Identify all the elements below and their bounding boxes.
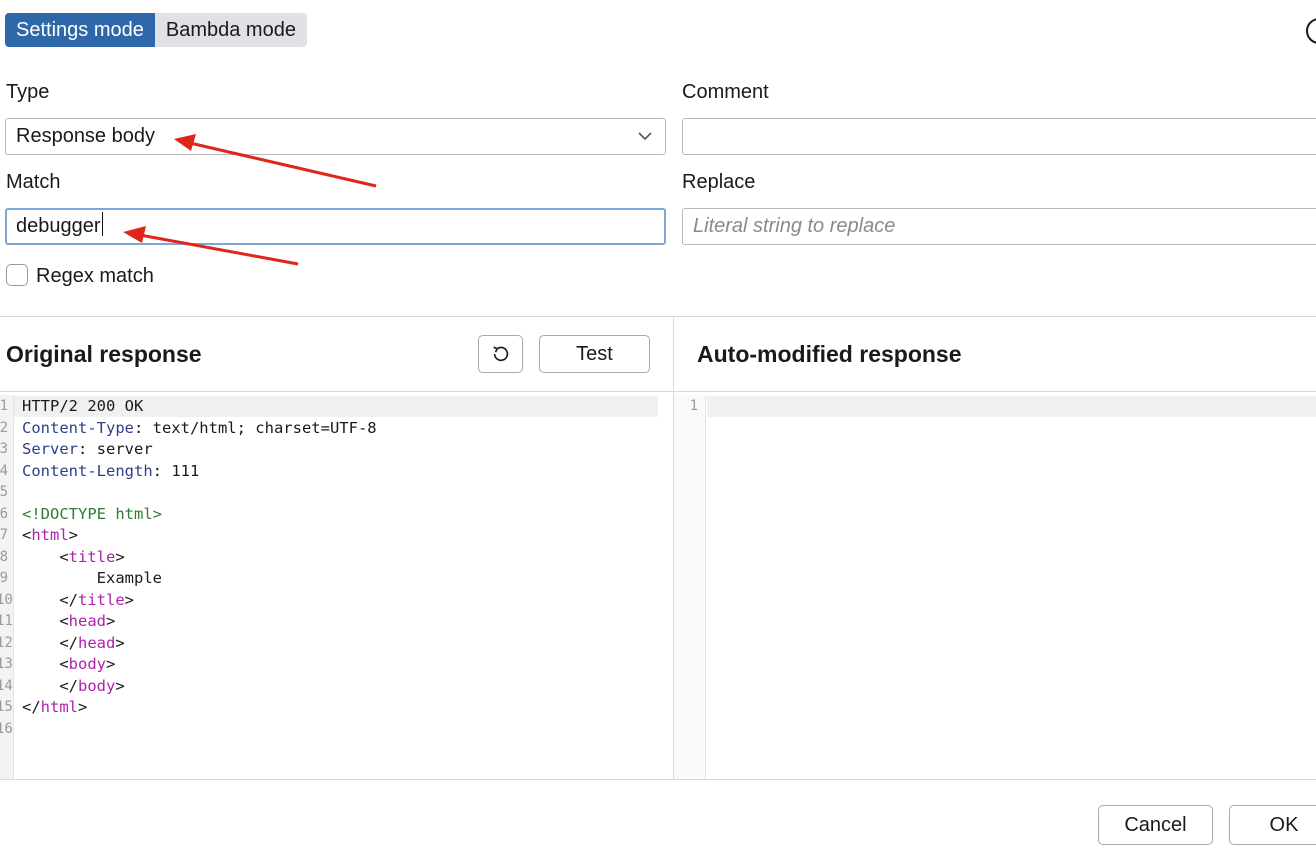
ok-button[interactable]: OK xyxy=(1229,805,1316,845)
line-number: 13 xyxy=(0,656,13,672)
line-number: 6 xyxy=(0,505,8,522)
code-line: <body> xyxy=(22,654,115,676)
code-token: Server xyxy=(22,440,78,458)
code-token: > xyxy=(124,590,135,609)
original-response-editor[interactable]: 1 2 3 4 5 6 7 8 9 10 11 12 13 14 15 16 HTTP/2 200 OK Cont… xyxy=(0,396,660,779)
code-token: </ xyxy=(22,698,41,716)
code-token: Content-Length xyxy=(22,461,153,480)
code-token: : text/html; charset=UTF-8 xyxy=(133,418,377,437)
reset-button[interactable] xyxy=(478,335,523,373)
comment-label: Comment xyxy=(682,81,769,103)
test-button[interactable]: Test xyxy=(539,335,650,373)
line-number: 1 xyxy=(689,398,698,414)
auto-modified-response-title: Auto-modified response xyxy=(697,341,962,367)
code-line: Content-Length: 111 xyxy=(22,461,199,483)
code-line: <head> xyxy=(22,611,115,633)
line-number: 5 xyxy=(0,484,8,500)
text-caret xyxy=(101,212,103,236)
code-token: html xyxy=(31,526,69,544)
reset-icon xyxy=(492,346,508,362)
panel-bottom-divider xyxy=(0,779,1316,780)
type-select-value: Response body xyxy=(16,125,155,147)
code-token: < xyxy=(22,612,69,630)
panel-header-divider xyxy=(0,391,1316,392)
code-token: Content-Type xyxy=(22,418,134,437)
help-icon[interactable] xyxy=(1306,18,1316,44)
code-line: Example xyxy=(22,568,162,590)
code-token: > xyxy=(106,655,116,673)
line-number: 1 xyxy=(0,398,8,414)
code-token: > xyxy=(115,633,125,652)
replace-input[interactable]: Literal string to replace xyxy=(682,208,1316,245)
original-response-title: Original response xyxy=(6,341,202,367)
code-token: > xyxy=(78,698,88,716)
code-token: html xyxy=(40,698,78,716)
modified-response-editor[interactable]: 1 xyxy=(674,396,1316,779)
code-line: <!DOCTYPE html> xyxy=(22,504,162,526)
code-token: < xyxy=(22,526,32,544)
code-token: head xyxy=(68,612,106,630)
code-token: > xyxy=(106,612,116,630)
line-number: 15 xyxy=(0,699,13,715)
code-line: </body> xyxy=(22,676,125,698)
line-number: 7 xyxy=(0,527,8,543)
replace-label: Replace xyxy=(682,171,756,193)
code-token: </ xyxy=(22,590,78,609)
regex-match-checkbox[interactable] xyxy=(6,264,28,286)
bambda-mode-button[interactable]: Bambda mode xyxy=(154,13,307,47)
code-token: title xyxy=(68,547,116,566)
code-token: < xyxy=(22,655,69,673)
code-line: <title> xyxy=(22,547,125,569)
code-token: <!DOCTYPE html> xyxy=(22,504,162,523)
settings-mode-button[interactable]: Settings mode xyxy=(5,13,155,47)
comment-input[interactable] xyxy=(682,118,1316,155)
code-line: <html> xyxy=(22,525,78,547)
code-token: > xyxy=(68,526,79,544)
code-line: Server: server xyxy=(22,439,153,461)
code-token: < xyxy=(22,547,69,566)
mode-toggle: Settings mode Bambda mode xyxy=(5,13,307,47)
regex-match-label: Regex match xyxy=(36,265,154,287)
code-token: </ xyxy=(22,633,78,652)
code-line: </head> xyxy=(22,633,125,655)
match-input-value: debugger xyxy=(16,215,101,237)
line-number: 10 xyxy=(0,591,13,608)
line-number: 4 xyxy=(0,462,8,479)
match-input[interactable]: debugger xyxy=(5,208,666,245)
line-number: 14 xyxy=(0,677,13,694)
cancel-button[interactable]: Cancel xyxy=(1098,805,1213,845)
line-number: 16 xyxy=(0,720,13,737)
code-token: body xyxy=(78,676,116,695)
code-line: </html> xyxy=(22,697,87,719)
line-number: 8 xyxy=(0,548,8,565)
match-label: Match xyxy=(6,171,61,193)
chevron-down-icon xyxy=(638,132,652,141)
code-line: Content-Type: text/html; charset=UTF-8 xyxy=(22,418,377,440)
replace-input-placeholder: Literal string to replace xyxy=(693,215,896,237)
line-number: 12 xyxy=(0,634,13,651)
line-number: 11 xyxy=(0,613,13,629)
code-token: > xyxy=(115,676,125,695)
code-token: body xyxy=(68,655,106,673)
type-select[interactable]: Response body xyxy=(5,118,666,155)
line-number: 3 xyxy=(0,441,8,457)
code-token: title xyxy=(78,590,125,609)
code-token: Example xyxy=(22,569,162,587)
code-token: </ xyxy=(22,676,78,695)
panel-top-divider xyxy=(0,316,1316,317)
type-label: Type xyxy=(6,81,50,103)
code-token: HTTP/2 200 OK xyxy=(22,397,144,415)
code-line: HTTP/2 200 OK xyxy=(22,396,143,418)
line-number: 2 xyxy=(0,419,8,436)
code-line: </title> xyxy=(22,590,134,612)
line-number: 9 xyxy=(0,570,8,586)
code-token: head xyxy=(78,633,116,652)
code-token: : server xyxy=(78,440,153,458)
code-token: : 111 xyxy=(152,461,200,480)
code-token: > xyxy=(115,547,125,566)
